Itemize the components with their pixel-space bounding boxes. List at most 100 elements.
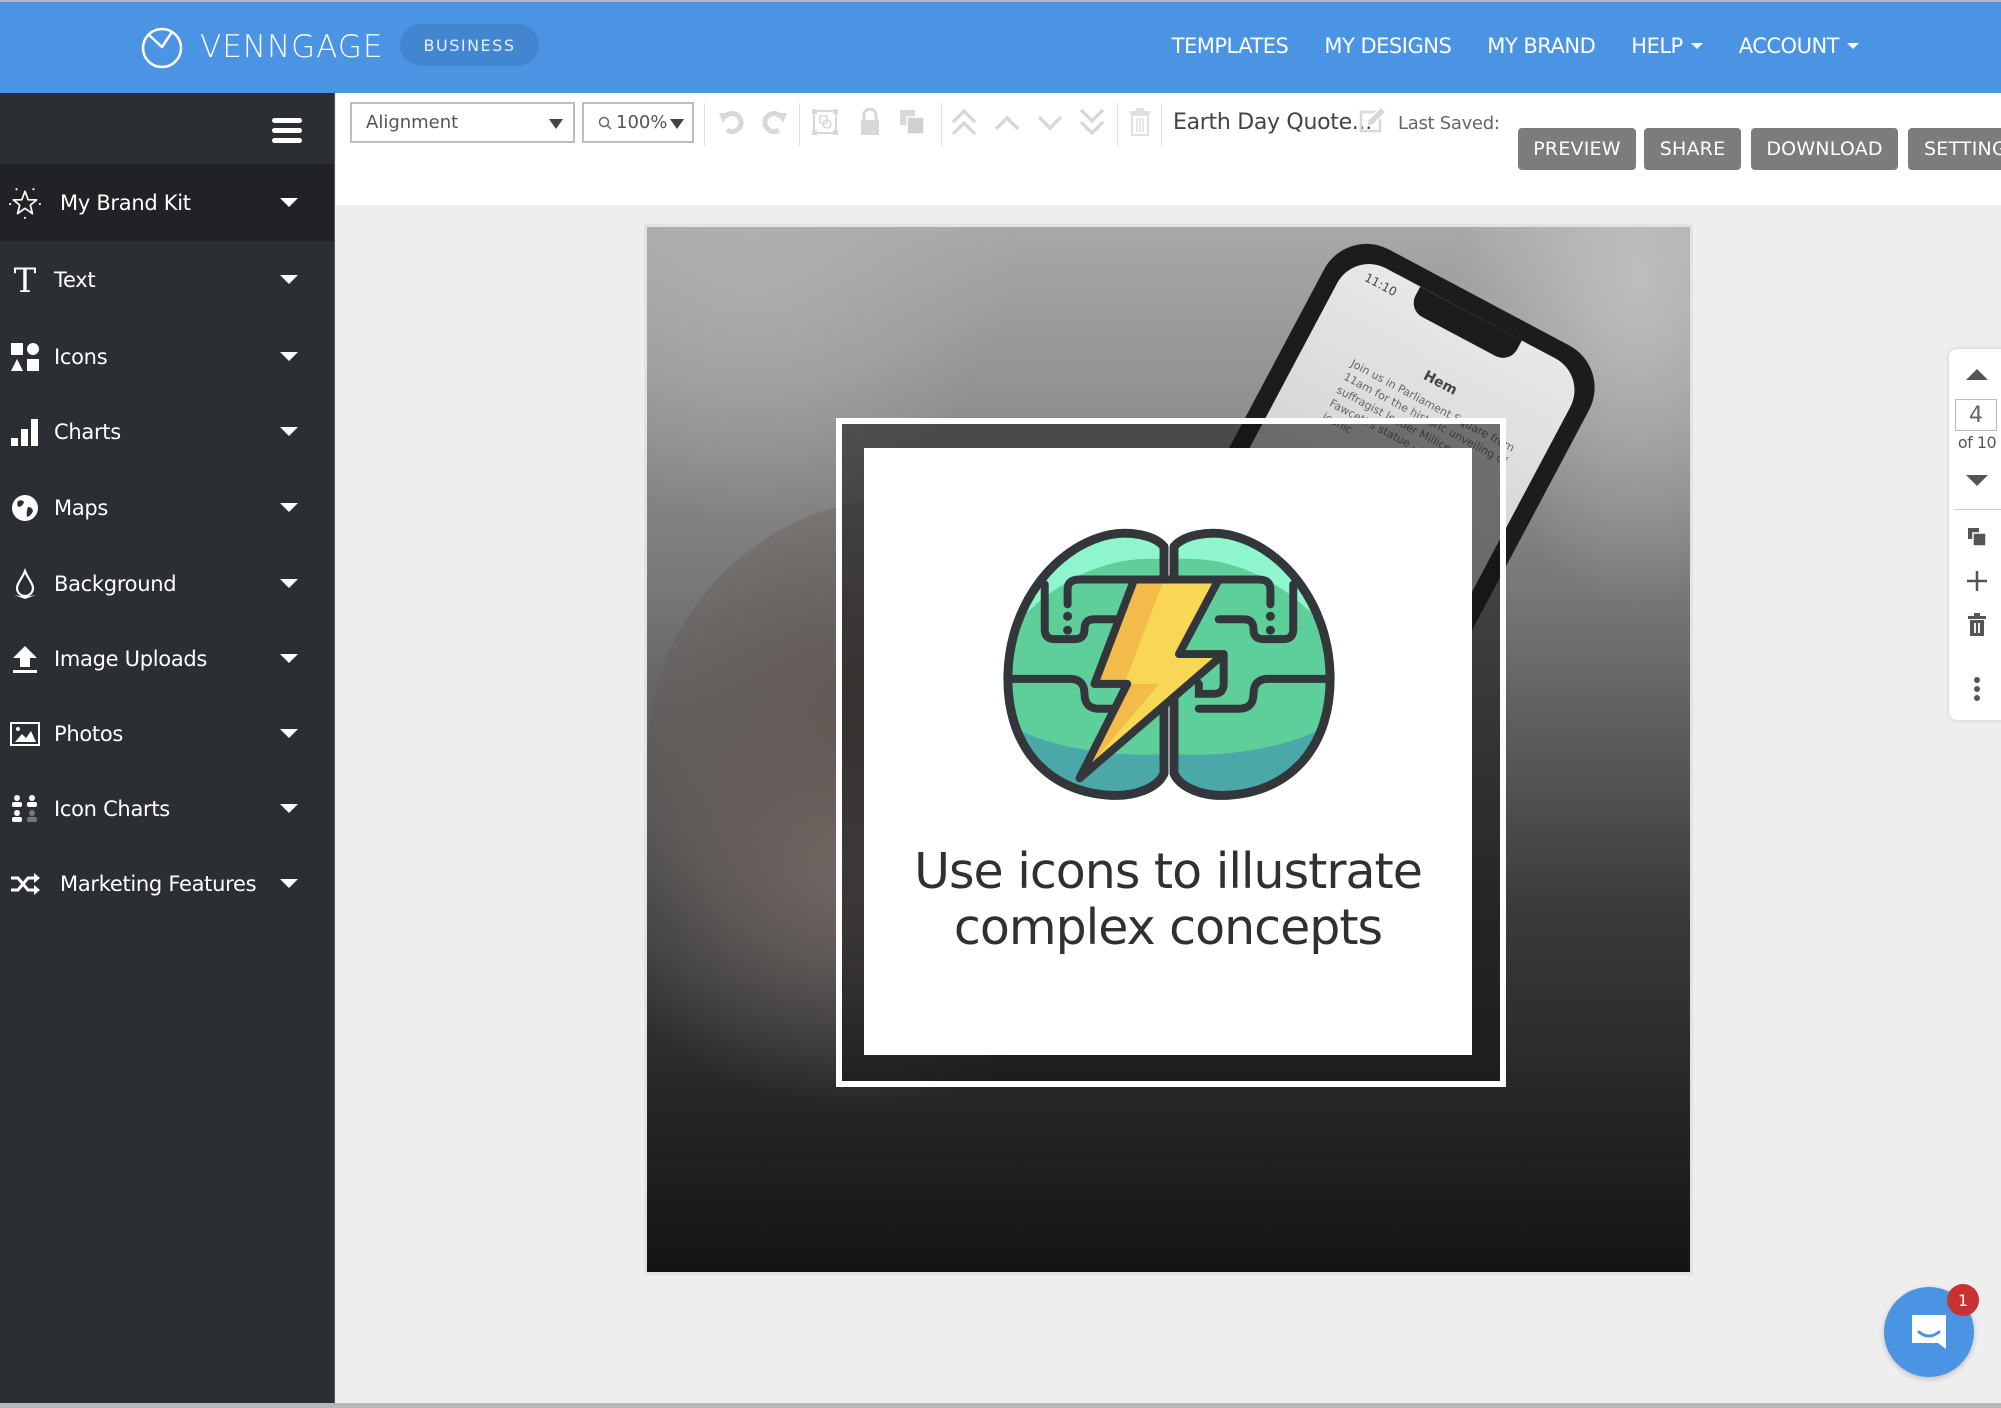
lock-button[interactable] [854, 105, 886, 139]
delete-page-button[interactable] [1963, 611, 1991, 639]
sidebar-item-label: Icon Charts [54, 796, 170, 821]
zoom-magnifier-icon [598, 116, 612, 130]
hamburger-icon-bar [272, 138, 302, 143]
add-page-icon [1967, 571, 1987, 591]
alignment-select-value: Alignment [366, 112, 459, 133]
last-saved-label: Last Saved: [1398, 113, 1500, 134]
hamburger-icon [272, 118, 302, 123]
nav-my-brand[interactable]: MY BRAND [1487, 34, 1596, 58]
edit-icon [1359, 106, 1387, 133]
preview-button[interactable]: PREVIEW [1518, 128, 1636, 170]
white-frame[interactable]: Use icons to illustrate complex concepts [836, 418, 1506, 1087]
sidebar-item-label: Icons [54, 344, 108, 369]
caret-down-icon [1690, 43, 1703, 49]
content-card[interactable]: Use icons to illustrate complex concepts [864, 448, 1472, 1055]
download-button[interactable]: DOWNLOAD [1751, 128, 1898, 170]
sidebar-item-my-brand-kit[interactable]: My Brand Kit [0, 164, 334, 241]
more-options-button[interactable] [1963, 675, 1991, 703]
hamburger-menu-button[interactable] [272, 118, 302, 146]
sidebar-item-icons[interactable]: Icons [0, 319, 334, 394]
bring-forward-button[interactable] [991, 105, 1023, 139]
upload-icon [13, 645, 37, 673]
bring-to-front-button[interactable] [948, 105, 980, 139]
plan-badge: BUSINESS [400, 24, 539, 66]
sidebar-item-label: Maps [54, 495, 109, 520]
lock-icon [861, 107, 879, 135]
sidebar-item-label: My Brand Kit [60, 190, 191, 215]
shuffle-icon [11, 872, 40, 895]
bring-to-front-icon [951, 108, 977, 136]
settings-button[interactable]: SETTINGS [1908, 128, 2001, 170]
nav-templates[interactable]: TEMPLATES [1172, 34, 1289, 58]
caret-down-icon [280, 729, 298, 738]
brand-name: VENNGAGE [200, 29, 384, 65]
zoom-select[interactable]: 100% [582, 102, 694, 143]
sidebar-item-label: Text [54, 267, 96, 292]
nav-help[interactable]: HELP [1631, 34, 1703, 58]
sidebar-item-maps[interactable]: Maps [0, 470, 334, 545]
share-button[interactable]: SHARE [1644, 128, 1741, 170]
toolbar-divider [1161, 103, 1162, 146]
sidebar-item-label: Marketing Features [60, 871, 257, 896]
editor-toolbar: Alignment 100% Earth Day Quote... Last S… [336, 93, 2001, 205]
caret-down-icon [280, 879, 298, 888]
duplicate-page-icon [1968, 528, 1987, 547]
bring-forward-icon [994, 115, 1020, 131]
sidebar-item-text[interactable]: T Text [0, 242, 334, 317]
caret-down-icon [670, 119, 684, 129]
svg-text:T: T [14, 264, 37, 296]
droplet-icon [14, 567, 36, 599]
brand[interactable]: VENNGAGE [140, 24, 383, 70]
workspace: 11:10 Hem Join us in Parliament Square f… [336, 205, 2001, 1403]
send-backward-button[interactable] [1034, 105, 1066, 139]
sidebar-item-icon-charts[interactable]: Icon Charts [0, 771, 334, 846]
app-window: VENNGAGE BUSINESS TEMPLATES MY DESIGNS M… [0, 0, 2001, 1408]
shapes-icon [11, 342, 39, 371]
brain-lightning-icon[interactable] [1000, 524, 1338, 804]
phone-time: 11:10 [1362, 270, 1400, 300]
group-button[interactable] [809, 105, 841, 139]
redo-icon [762, 111, 787, 135]
next-page-button[interactable] [1966, 475, 1988, 486]
sidebar-item-photos[interactable]: Photos [0, 696, 334, 771]
nav-help-label: HELP [1631, 34, 1683, 58]
chat-icon [1912, 1315, 1946, 1349]
previous-page-button[interactable] [1966, 369, 1988, 380]
caret-down-icon [280, 503, 298, 512]
card-heading-line-2: complex concepts [953, 899, 1383, 956]
card-heading[interactable]: Use icons to illustrate complex concepts [864, 844, 1472, 956]
sidebar-item-label: Photos [54, 721, 124, 746]
sidebar: My Brand Kit T Text Icons Charts Maps Ba… [0, 93, 335, 1403]
page-number-input[interactable] [1955, 399, 1997, 431]
undo-button[interactable] [716, 105, 748, 139]
alignment-select[interactable]: Alignment [350, 102, 575, 143]
nav-my-designs[interactable]: MY DESIGNS [1324, 34, 1451, 58]
nav-account[interactable]: ACCOUNT [1739, 34, 1859, 58]
group-icon [812, 109, 838, 135]
toolbar-divider [704, 103, 705, 146]
caret-down-icon [280, 275, 298, 284]
redo-button[interactable] [758, 105, 790, 139]
duplicate-page-button[interactable] [1963, 523, 1991, 551]
text-icon: T [14, 264, 37, 296]
card-heading-line-1: Use icons to illustrate [914, 843, 1423, 900]
sidebar-item-marketing-features[interactable]: Marketing Features [0, 846, 334, 921]
sidebar-item-image-uploads[interactable]: Image Uploads [0, 621, 334, 696]
sidebar-item-background[interactable]: Background [0, 546, 334, 621]
caret-down-icon [280, 654, 298, 663]
nav-my-designs-label: MY DESIGNS [1324, 34, 1452, 58]
delete-icon [1130, 108, 1150, 136]
send-to-back-icon [1079, 108, 1105, 136]
design-canvas[interactable]: 11:10 Hem Join us in Parliament Square f… [644, 224, 1693, 1275]
add-page-button[interactable] [1963, 567, 1991, 595]
undo-icon [719, 111, 744, 135]
send-to-back-button[interactable] [1076, 105, 1108, 139]
caret-down-icon [280, 804, 298, 813]
sidebar-item-charts[interactable]: Charts [0, 394, 334, 469]
delete-button[interactable] [1124, 105, 1156, 139]
duplicate-button[interactable] [896, 105, 928, 139]
document-title[interactable]: Earth Day Quote... [1173, 110, 1372, 135]
bar-chart-icon [11, 418, 38, 446]
edit-title-button[interactable] [1357, 103, 1389, 137]
send-backward-icon [1037, 115, 1063, 131]
